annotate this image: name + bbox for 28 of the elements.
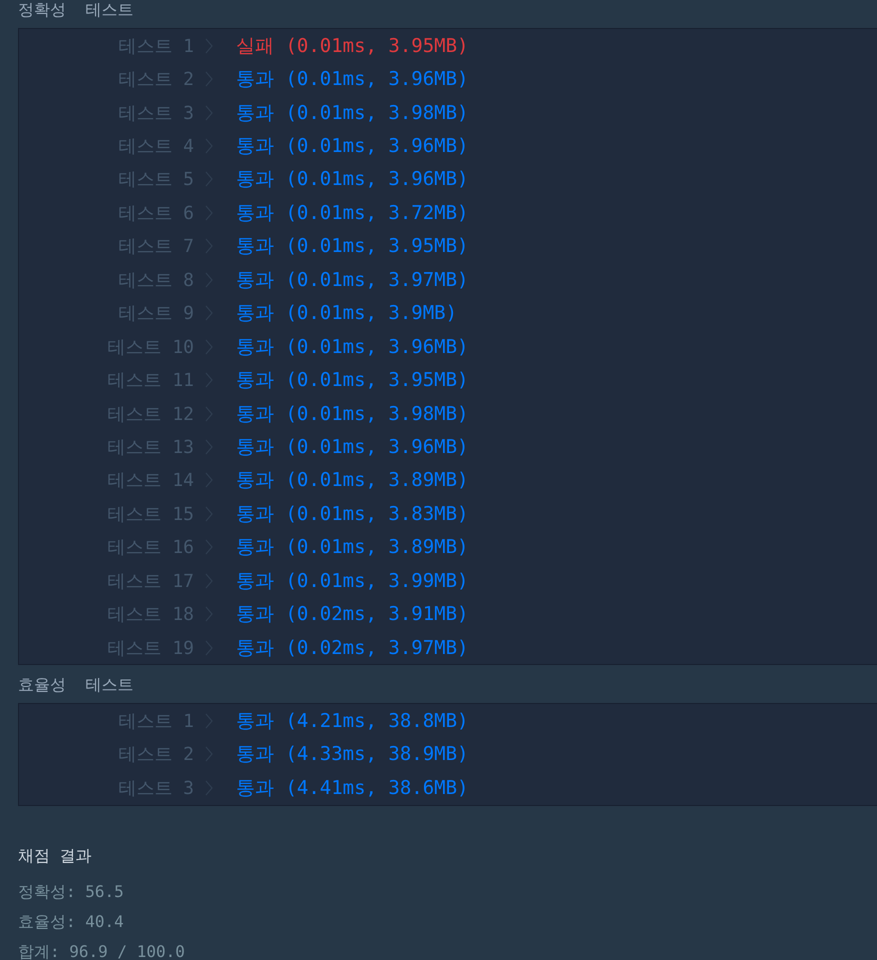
score-line: 효율성: 40.4 (18, 912, 125, 933)
section-title: 효율성 테스트 (18, 675, 134, 696)
test-result: 통과 (0.01ms, 3.72MB) (235, 200, 470, 226)
test-result: 통과 (0.01ms, 3.96MB) (235, 334, 470, 360)
test-result: 통과 (0.02ms, 3.97MB) (235, 636, 470, 661)
test-result: 통과 (0.01ms, 3.98MB) (235, 402, 470, 427)
score-line: 합계: 96.9 / 100.0 (18, 942, 186, 960)
test-result: 통과 (0.01ms, 3.83MB) (235, 502, 470, 527)
score-line: 정확성: 56.5 (18, 882, 125, 903)
summary-title: 채점 결과 (18, 846, 93, 867)
test-result: 통과 (4.41ms, 38.6MB) (235, 776, 470, 801)
test-result: 통과 (0.01ms, 3.98MB) (235, 100, 470, 126)
test-result: 통과 (0.01ms, 3.96MB) (235, 134, 470, 160)
test-result: 통과 (0.01ms, 3.97MB) (235, 268, 470, 293)
test-result: 통과 (0.01ms, 3.95MB) (235, 234, 470, 260)
test-result: 통과 (0.01ms, 3.89MB) (235, 535, 470, 560)
test-result: 통과 (0.01ms, 3.96MB) (235, 67, 470, 92)
test-result: 통과 (4.21ms, 38.8MB) (235, 709, 470, 734)
test-result: 통과 (0.01ms, 3.99MB) (235, 568, 470, 594)
test-result: 통과 (0.01ms, 3.9MB) (235, 301, 458, 326)
test-result: 통과 (0.01ms, 3.96MB) (235, 434, 470, 460)
test-result: 통과 (0.01ms, 3.96MB) (235, 167, 470, 192)
test-result: 통과 (0.01ms, 3.89MB) (235, 468, 470, 494)
section-title: 정확성 테스트 (18, 0, 134, 21)
test-result: 통과 (0.01ms, 3.95MB) (235, 368, 470, 394)
test-result: 통과 (0.02ms, 3.91MB) (235, 602, 470, 628)
test-result: 실패 (0.01ms, 3.95MB) (235, 34, 470, 59)
test-result: 통과 (4.33ms, 38.9MB) (235, 742, 470, 768)
